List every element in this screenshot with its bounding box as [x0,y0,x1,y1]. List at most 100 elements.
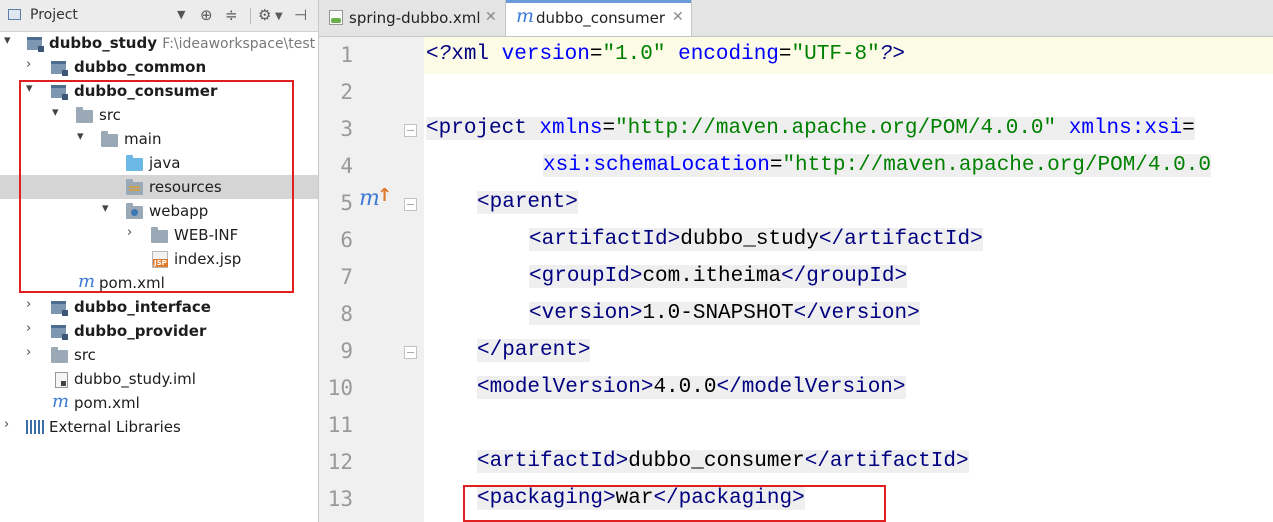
folder-icon [51,347,68,363]
code-line[interactable]: 10 <modelVersion>4.0.0</modelVersion> [319,370,1273,407]
maven-icon: m [52,391,70,412]
tree-item-src[interactable]: ▾ src [0,103,318,127]
toolbar-divider [250,8,251,24]
code-text: <packaging>war</packaging> [477,487,805,510]
tree-item-label: main [124,130,162,148]
code-line[interactable]: 1 <?xml version="1.0" encoding="UTF-8"?> [319,37,1273,74]
line-number: 5 [340,191,353,215]
code-line[interactable]: 12 <artifactId>dubbo_consumer</artifactId… [319,444,1273,481]
tree-item-label: External Libraries [49,418,181,436]
expand-chevron-down-icon[interactable]: ▾ [52,105,59,120]
tree-item-label: dubbo_provider [74,322,207,340]
code-text: <?xml version="1.0" encoding="UTF-8"?> [426,43,905,66]
tab-spring-dubbo-xml[interactable]: spring-dubbo.xml ✕ [319,0,504,36]
code-line[interactable]: 9 </parent> [319,333,1273,370]
close-tab-icon[interactable]: ✕ [672,9,684,25]
settings-gear-icon[interactable]: ⚙ [258,6,271,24]
expand-chevron-right-icon[interactable]: › [26,321,31,336]
tree-item-label: dubbo_study [49,34,157,52]
collapse-all-icon[interactable]: ≑ [225,6,238,24]
code-line[interactable]: 8 <version>1.0-SNAPSHOT</version> [319,296,1273,333]
line-number: 3 [340,117,353,141]
view-dropdown-chevron-icon[interactable]: ▼ [177,8,185,21]
fold-marker-icon[interactable] [404,346,417,359]
code-line[interactable]: 7 <groupId>com.itheima</groupId> [319,259,1273,296]
tree-item-main[interactable]: ▾ main [0,127,318,151]
fold-marker-icon[interactable] [404,198,417,211]
code-text: <parent> [477,191,578,214]
expand-chevron-right-icon[interactable]: › [26,57,31,72]
code-text: <artifactId>dubbo_consumer</artifactId> [477,450,969,473]
hide-panel-icon[interactable]: ⊣ [294,6,307,24]
tree-item-dubbo-consumer[interactable]: ▾ dubbo_consumer [0,79,318,103]
tree-item-label: pom.xml [74,394,140,412]
tab-dubbo-consumer[interactable]: m dubbo_consumer ✕ [505,0,692,36]
tree-item-label: dubbo_interface [74,298,211,316]
tree-item-label: webapp [149,202,209,220]
expand-chevron-right-icon[interactable]: › [26,297,31,312]
code-line[interactable]: 4 xsi:schemaLocation="http://maven.apache… [319,148,1273,185]
line-number: 11 [327,413,353,437]
line-number: 12 [327,450,353,474]
maven-icon: m [78,271,96,292]
expand-chevron-right-icon[interactable]: › [4,417,9,432]
maven-icon: m [516,5,535,27]
tree-item-label: dubbo_study.iml [74,370,196,388]
code-text: <version>1.0-SNAPSHOT</version> [529,302,920,325]
tree-item-external-libraries[interactable]: › External Libraries [0,415,318,439]
tree-item-dubbo-study[interactable]: ▾ dubbo_study F:\ideaworkspace\test [0,31,318,55]
project-panel-header: Project ▼ ⊕ ≑ ⚙ ▼ ⊣ [0,0,318,32]
settings-dropdown-chevron-icon[interactable]: ▼ [275,11,283,22]
expand-chevron-right-icon[interactable]: › [26,345,31,360]
tree-item-webapp[interactable]: ▾ webapp [0,199,318,223]
code-line[interactable]: 11 [319,407,1273,444]
tree-item-label: index.jsp [174,250,242,268]
module-icon [51,61,68,76]
tree-item-root-pom[interactable]: m pom.xml [0,391,318,415]
locate-file-icon[interactable]: ⊕ [200,6,213,24]
tree-item-resources[interactable]: resources [0,175,318,199]
project-panel-title[interactable]: Project [30,7,78,23]
tree-item-label: java [149,154,181,172]
tree-item-label: src [74,346,96,364]
expand-chevron-down-icon[interactable]: ▾ [102,201,109,216]
close-tab-icon[interactable]: ✕ [485,9,497,25]
line-number: 9 [340,339,353,363]
web-folder-icon [126,203,143,219]
xml-file-icon [329,10,343,25]
code-line[interactable]: 2 [319,74,1273,111]
code-line[interactable]: 3 <project xmlns="http://maven.apache.org… [319,111,1273,148]
code-text: <project xmlns="http://maven.apache.org/… [426,117,1195,140]
tree-item-root-src[interactable]: › src [0,343,318,367]
expand-chevron-down-icon[interactable]: ▾ [77,129,84,144]
tree-item-label: pom.xml [99,274,165,292]
module-icon [27,37,44,52]
code-text: </parent> [477,339,591,362]
code-line[interactable]: 13 <packaging>war</packaging> [319,481,1273,518]
tree-item-label: resources [149,178,222,196]
expand-chevron-down-icon[interactable]: ▾ [4,33,11,48]
tab-label: dubbo_consumer [536,9,666,27]
tree-item-path: F:\ideaworkspace\test [162,36,316,52]
line-number: 2 [340,80,353,104]
line-number: 1 [340,43,353,67]
code-line[interactable]: 6 <artifactId>dubbo_study</artifactId> [319,222,1273,259]
line-number: 4 [340,154,353,178]
tree-item-dubbo-common[interactable]: › dubbo_common [0,55,318,79]
tree-item-label: src [99,106,121,124]
fold-marker-icon[interactable] [404,124,417,137]
source-folder-icon [126,155,143,171]
tree-item-dubbo-provider[interactable]: › dubbo_provider [0,319,318,343]
tree-item-java[interactable]: java [0,151,318,175]
tree-item-dubbo-interface[interactable]: › dubbo_interface [0,295,318,319]
tree-item-consumer-pom[interactable]: m pom.xml [0,271,318,295]
expand-chevron-right-icon[interactable]: › [127,225,132,240]
tree-item-iml[interactable]: dubbo_study.iml [0,367,318,391]
tab-label: spring-dubbo.xml [349,9,481,27]
expand-chevron-down-icon[interactable]: ▾ [26,81,33,96]
navigate-up-arrow-icon[interactable]: ↑ [377,185,392,206]
code-line[interactable]: 5 <parent> [319,185,1273,222]
module-icon [51,301,68,316]
tree-item-web-inf[interactable]: › WEB-INF [0,223,318,247]
tree-item-index-jsp[interactable]: JSP index.jsp [0,247,318,271]
